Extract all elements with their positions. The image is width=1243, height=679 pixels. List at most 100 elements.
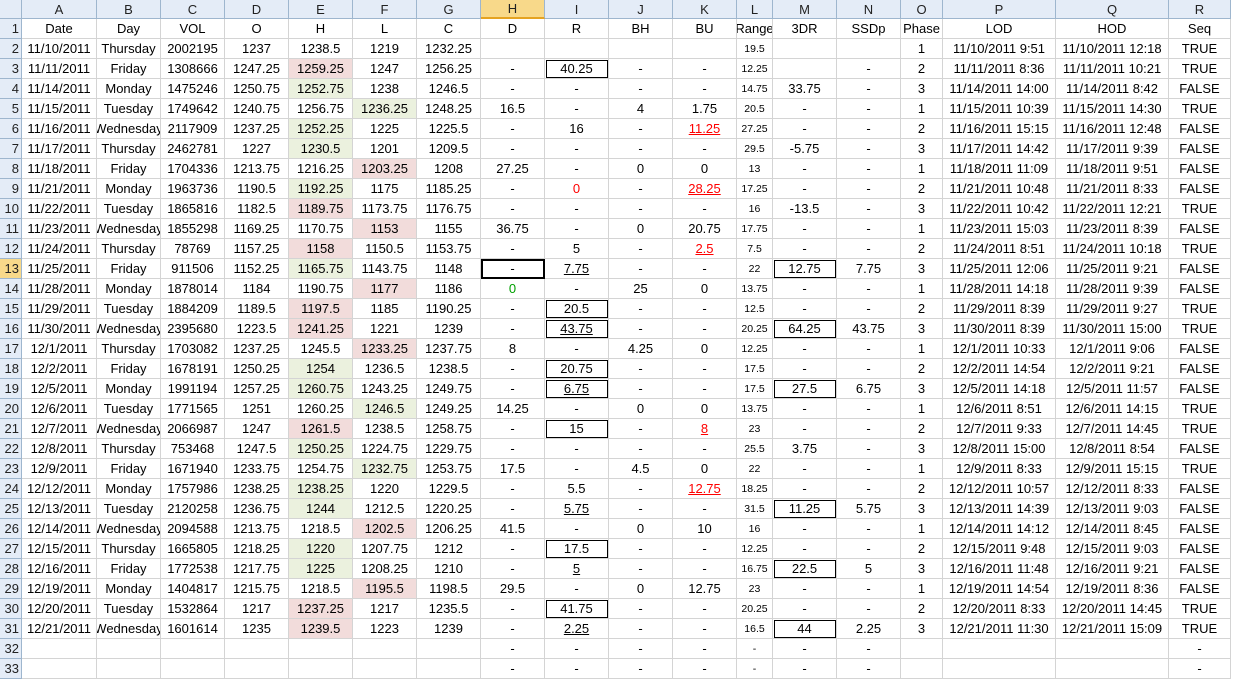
table-cell[interactable]: 7.75 <box>545 259 609 279</box>
row-header-16[interactable]: 16 <box>0 319 22 339</box>
table-cell[interactable]: 1246.5 <box>353 399 417 419</box>
column-header-i[interactable]: I <box>545 0 609 19</box>
table-cell[interactable]: 1 <box>901 99 943 119</box>
column-header-l[interactable]: L <box>737 0 773 19</box>
table-cell[interactable]: TRUE <box>1169 459 1231 479</box>
table-cell[interactable]: - <box>837 439 901 459</box>
table-cell[interactable]: 1308666 <box>161 59 225 79</box>
table-cell[interactable]: 1 <box>901 459 943 479</box>
table-cell[interactable]: 12/9/2011 8:33 <box>943 459 1056 479</box>
table-cell[interactable]: 1244 <box>289 499 353 519</box>
table-cell[interactable]: FALSE <box>1169 339 1231 359</box>
table-cell[interactable]: 20.75 <box>545 359 609 379</box>
table-cell[interactable]: 12/13/2011 <box>22 499 97 519</box>
table-cell[interactable]: Friday <box>97 559 161 579</box>
table-cell[interactable]: - <box>773 179 837 199</box>
table-cell[interactable]: Friday <box>97 259 161 279</box>
table-cell[interactable]: 1225 <box>353 119 417 139</box>
table-cell[interactable]: 1213.75 <box>225 519 289 539</box>
table-cell[interactable]: 1202.5 <box>353 519 417 539</box>
table-cell[interactable]: 1237 <box>225 39 289 59</box>
table-cell[interactable]: 13 <box>737 159 773 179</box>
table-cell[interactable]: 16.75 <box>737 559 773 579</box>
table-cell[interactable]: 5 <box>545 559 609 579</box>
table-cell[interactable]: - <box>545 339 609 359</box>
table-cell[interactable]: 7.5 <box>737 239 773 259</box>
table-cell[interactable]: - <box>773 359 837 379</box>
table-cell[interactable]: - <box>837 79 901 99</box>
table-cell[interactable]: FALSE <box>1169 79 1231 99</box>
table-cell[interactable]: 3 <box>901 499 943 519</box>
table-cell[interactable]: 1771565 <box>161 399 225 419</box>
row-header-1[interactable]: 1 <box>0 19 22 39</box>
table-cell[interactable]: 25.5 <box>737 439 773 459</box>
table-cell[interactable]: - <box>481 319 545 339</box>
table-cell[interactable]: 11/29/2011 <box>22 299 97 319</box>
table-cell[interactable]: 12/2/2011 14:54 <box>943 359 1056 379</box>
table-cell[interactable]: - <box>609 619 673 639</box>
table-cell[interactable]: 12/16/2011 9:21 <box>1056 559 1169 579</box>
row-header-25[interactable]: 25 <box>0 499 22 519</box>
table-cell[interactable]: 1223.5 <box>225 319 289 339</box>
header-cell[interactable]: Day <box>97 19 161 39</box>
table-cell[interactable]: 12/1/2011 <box>22 339 97 359</box>
table-cell[interactable] <box>943 659 1056 679</box>
table-cell[interactable]: 19.5 <box>737 39 773 59</box>
table-cell[interactable]: FALSE <box>1169 119 1231 139</box>
table-cell[interactable]: 1175 <box>353 179 417 199</box>
table-cell[interactable]: 1601614 <box>161 619 225 639</box>
table-cell[interactable]: 0 <box>609 219 673 239</box>
table-cell[interactable]: Friday <box>97 159 161 179</box>
table-cell[interactable]: - <box>609 539 673 559</box>
row-header-31[interactable]: 31 <box>0 619 22 639</box>
table-cell[interactable]: 11/11/2011 8:36 <box>943 59 1056 79</box>
spreadsheet-grid[interactable]: A B C D E F G H I J K L M N O P Q R 1 Date Day VOL O H L C D R BH BU R… <box>0 0 1243 679</box>
table-cell[interactable]: 12/20/2011 14:45 <box>1056 599 1169 619</box>
table-cell[interactable]: - <box>673 559 737 579</box>
table-cell[interactable]: - <box>609 479 673 499</box>
table-cell[interactable]: 1235.5 <box>417 599 481 619</box>
table-cell[interactable] <box>225 639 289 659</box>
table-cell[interactable]: Thursday <box>97 539 161 559</box>
table-cell[interactable]: - <box>837 119 901 139</box>
table-cell[interactable]: 11/30/2011 15:00 <box>1056 319 1169 339</box>
table-cell[interactable]: 1243.25 <box>353 379 417 399</box>
row-header-28[interactable]: 28 <box>0 559 22 579</box>
table-cell[interactable]: - <box>773 99 837 119</box>
table-cell[interactable]: - <box>673 639 737 659</box>
table-cell[interactable]: Tuesday <box>97 499 161 519</box>
table-cell[interactable]: 1245.5 <box>289 339 353 359</box>
table-cell[interactable]: 4 <box>609 99 673 119</box>
table-cell[interactable]: Monday <box>97 179 161 199</box>
table-cell[interactable]: 1237.25 <box>225 339 289 359</box>
table-cell[interactable]: Monday <box>97 79 161 99</box>
table-cell[interactable]: 41.5 <box>481 519 545 539</box>
table-cell[interactable]: 11/23/2011 <box>22 219 97 239</box>
table-cell[interactable]: 12/9/2011 15:15 <box>1056 459 1169 479</box>
table-cell[interactable]: 12/6/2011 14:15 <box>1056 399 1169 419</box>
table-cell[interactable]: 1237.25 <box>225 119 289 139</box>
table-cell[interactable]: 12/16/2011 11:48 <box>943 559 1056 579</box>
table-cell[interactable]: - <box>481 599 545 619</box>
table-cell[interactable]: 1209.5 <box>417 139 481 159</box>
table-cell[interactable]: 3 <box>901 439 943 459</box>
table-cell[interactable]: 12/6/2011 8:51 <box>943 399 1056 419</box>
table-cell[interactable]: - <box>837 539 901 559</box>
table-cell[interactable]: Thursday <box>97 39 161 59</box>
table-cell[interactable]: -13.5 <box>773 199 837 219</box>
table-cell[interactable]: Friday <box>97 359 161 379</box>
table-cell[interactable]: 12/12/2011 8:33 <box>1056 479 1169 499</box>
table-cell[interactable]: 16.5 <box>481 99 545 119</box>
table-cell[interactable]: 1665805 <box>161 539 225 559</box>
table-cell[interactable] <box>673 39 737 59</box>
table-cell[interactable]: 1195.5 <box>353 579 417 599</box>
row-header-11[interactable]: 11 <box>0 219 22 239</box>
row-header-15[interactable]: 15 <box>0 299 22 319</box>
table-cell[interactable]: - <box>837 579 901 599</box>
table-cell[interactable]: 2 <box>901 59 943 79</box>
table-cell[interactable]: 0 <box>673 459 737 479</box>
table-cell[interactable]: 1148 <box>417 259 481 279</box>
table-cell[interactable]: - <box>837 419 901 439</box>
table-cell[interactable]: 4.5 <box>609 459 673 479</box>
table-cell[interactable]: - <box>837 179 901 199</box>
